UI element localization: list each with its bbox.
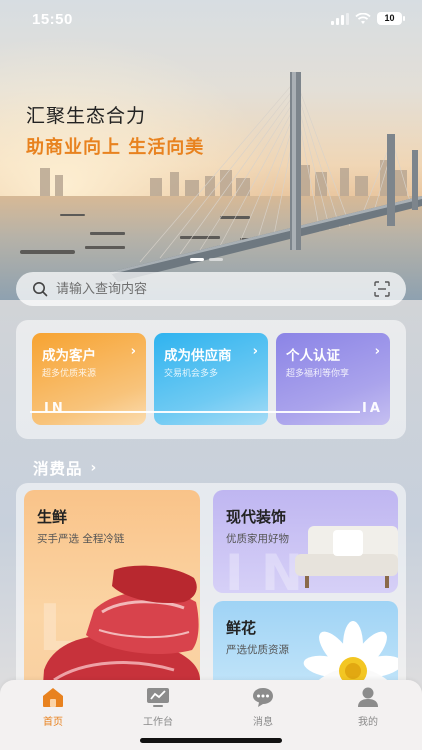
tab-label: 工作台 (143, 717, 173, 728)
fresh-food-card[interactable]: 生鲜 买手严选 全程冷链 L (24, 490, 200, 700)
consumer-goods-panel: 生鲜 买手严选 全程冷链 L 现代装饰 优质家用好物 I N 鲜花 严选优质资源 (16, 483, 406, 703)
workbench-icon (147, 688, 169, 707)
tab-home[interactable]: 首页 (13, 686, 93, 728)
profile-icon (358, 687, 378, 707)
battery-icon: 10 (377, 12, 405, 25)
chevron-right-icon: › (90, 460, 97, 476)
search-input[interactable] (56, 272, 356, 306)
hero-banner[interactable]: 15:50 10 汇聚生态合力 助商业向上 生活向美 (0, 0, 422, 300)
role-panel: 成为客户 › 超多优质来源 成为供应商 › 交易机会多多 个人认证 › 超多福利… (16, 320, 406, 439)
tab-workbench[interactable]: 工作台 (118, 686, 198, 728)
hero-title: 汇聚生态合力 (26, 105, 147, 127)
decorative-line (30, 411, 360, 413)
search-icon (33, 282, 48, 297)
home-icon (43, 688, 63, 707)
search-bar[interactable] (16, 272, 406, 306)
carousel-dot (209, 258, 223, 261)
message-icon (253, 688, 273, 707)
signal-icon (331, 12, 349, 25)
role-title: 个人认证 (286, 348, 340, 364)
section-title: 消费品 (33, 460, 83, 478)
chevron-right-icon: › (130, 344, 136, 359)
chevron-right-icon: › (374, 344, 380, 359)
carousel-dot-active (190, 258, 204, 261)
home-indicator (140, 738, 282, 743)
status-bar: 15:50 10 (0, 0, 422, 40)
role-subtitle: 超多优质来源 (42, 369, 97, 379)
modern-decor-card[interactable]: 现代装饰 优质家用好物 I N (213, 490, 398, 593)
consumer-goods-header[interactable]: 消费品 › (33, 457, 96, 479)
carousel-indicator (190, 258, 223, 261)
tab-label: 首页 (43, 717, 63, 728)
decorative-text-left: IN (44, 401, 66, 416)
tab-messages[interactable]: 消息 (223, 686, 303, 728)
role-title: 成为客户 (42, 348, 96, 364)
role-subtitle: 超多福利等你享 (286, 369, 350, 379)
sofa-image: I N (225, 526, 398, 593)
tab-profile[interactable]: 我的 (328, 686, 408, 728)
hero-slogan: 助商业向上 生活向美 (26, 137, 205, 158)
tab-label: 我的 (358, 717, 378, 728)
chevron-right-icon: › (252, 344, 258, 359)
status-time: 15:50 (32, 11, 73, 28)
decorative-text-right: IA (362, 401, 383, 416)
wifi-icon (355, 12, 371, 24)
steak-image: L (38, 565, 200, 700)
svg-text:I N: I N (225, 544, 303, 593)
role-subtitle: 交易机会多多 (164, 369, 219, 379)
scan-icon[interactable] (374, 281, 390, 297)
tab-label: 消息 (253, 717, 273, 728)
role-title: 成为供应商 (164, 348, 232, 364)
